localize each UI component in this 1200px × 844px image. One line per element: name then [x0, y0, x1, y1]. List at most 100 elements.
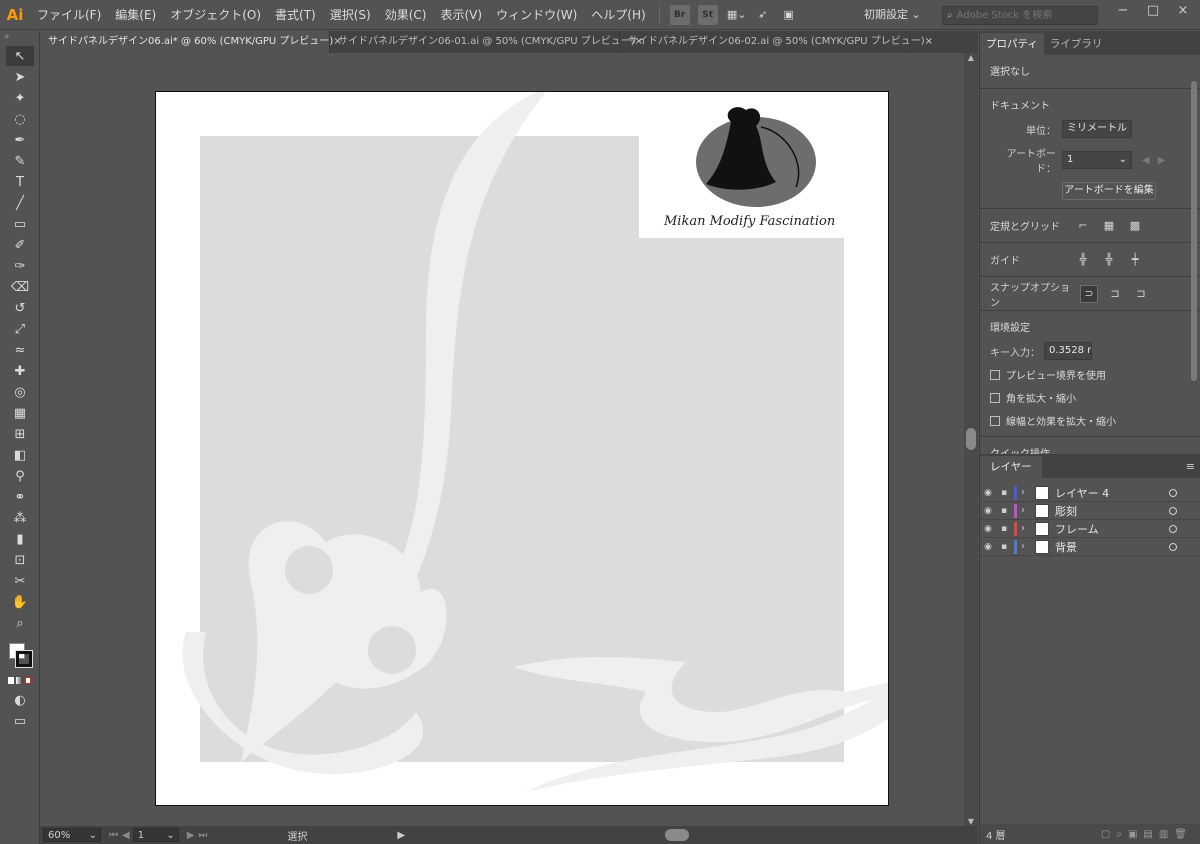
layer-actions-icons[interactable]: ▢⌕▣▤▥🗑 [1101, 829, 1200, 840]
pen-tool-icon[interactable]: ✒ [6, 130, 34, 150]
scale-corners-checkbox[interactable]: 角を拡大・縮小 [990, 390, 1190, 405]
edit-artboards-button[interactable]: アートボードを編集 [1062, 182, 1156, 200]
transparency-grid-icon[interactable]: ▩ [1126, 217, 1144, 235]
selection-tool-icon[interactable]: ↖ [6, 46, 34, 66]
snap-to-point-icon[interactable]: ⊃ [1080, 284, 1098, 303]
bridge-icon[interactable]: Br [669, 4, 690, 25]
menu-help[interactable]: ヘルプ(H) [584, 0, 652, 30]
next-artboard-icon[interactable]: ▶ [187, 830, 195, 841]
screen-mode-icon[interactable]: ▭ [6, 711, 34, 731]
close-button[interactable]: × [1168, 0, 1198, 22]
target-icon[interactable] [1169, 506, 1177, 515]
artboard[interactable]: Mikan Modify Fascination [155, 91, 889, 806]
fill-stroke-swatch[interactable] [5, 641, 35, 671]
horizontal-scroll-thumb[interactable] [665, 829, 690, 841]
target-icon[interactable] [1169, 542, 1177, 551]
scroll-up-icon[interactable]: ▲ [964, 53, 978, 65]
tab-layers[interactable]: レイヤー [980, 456, 1042, 478]
scroll-down-icon[interactable]: ▼ [964, 817, 978, 826]
scale-strokes-checkbox[interactable]: 線幅と効果を拡大・縮小 [990, 413, 1190, 428]
stroke-swatch[interactable] [15, 650, 33, 668]
slice-tool-icon[interactable]: ✂ [6, 571, 34, 591]
last-artboard-icon[interactable]: ⏭ [198, 830, 207, 841]
guides-icon[interactable]: ╬ [1074, 251, 1092, 269]
perspective-grid-tool-icon[interactable]: ▦ [6, 403, 34, 423]
blend-tool-icon[interactable]: ⚭ [6, 487, 34, 507]
magic-wand-tool-icon[interactable]: ✦ [6, 88, 34, 108]
eye-icon[interactable]: ◉ [980, 524, 996, 534]
column-graph-tool-icon[interactable]: ▮ [6, 529, 34, 549]
chevron-right-icon[interactable]: › [1021, 487, 1031, 498]
panel-scrollbar[interactable] [1191, 61, 1199, 451]
scale-tool-icon[interactable]: ⤢ [6, 319, 34, 339]
next-icon[interactable]: ▶ [1158, 155, 1166, 166]
tab-document-06-01[interactable]: サイドパネルデザイン06-01.ai @ 50% (CMYK/GPU プレビュー… [330, 31, 643, 53]
lock-icon[interactable]: ▪ [996, 542, 1012, 552]
shape-builder-tool-icon[interactable]: ◎ [6, 382, 34, 402]
zoom-level-field[interactable]: 60% ⌄ [43, 828, 101, 842]
chevron-right-icon[interactable]: › [1021, 523, 1031, 534]
target-icon[interactable] [1169, 488, 1177, 497]
menu-select[interactable]: 選択(S) [323, 0, 378, 30]
menu-window[interactable]: ウィンドウ(W) [489, 0, 584, 30]
key-increment-field[interactable]: 0.3528 m [1044, 342, 1092, 360]
paintbrush-tool-icon[interactable]: ✐ [6, 235, 34, 255]
smart-guides-icon[interactable]: ┿ [1126, 251, 1144, 269]
stock-search-input[interactable] [956, 10, 1093, 21]
mesh-tool-icon[interactable]: ⊞ [6, 424, 34, 444]
restore-button[interactable]: □ [1138, 0, 1168, 22]
lock-icon[interactable]: ▪ [996, 524, 1012, 534]
chevron-right-icon[interactable]: › [1021, 505, 1031, 516]
menu-effect[interactable]: 効果(C) [378, 0, 434, 30]
direct-selection-tool-icon[interactable]: ➤ [6, 67, 34, 87]
use-preview-bounds-checkbox[interactable]: プレビュー境界を使用 [990, 367, 1190, 382]
tab-properties[interactable]: プロパティ [980, 33, 1044, 55]
curvature-tool-icon[interactable]: ✎ [6, 151, 34, 171]
gradient-icon[interactable] [16, 677, 23, 684]
menu-object[interactable]: オブジェクト(O) [163, 0, 268, 30]
eye-icon[interactable]: ◉ [980, 542, 996, 552]
shaper-tool-icon[interactable]: ✑ [6, 256, 34, 276]
color-mode-icons[interactable] [8, 677, 31, 684]
unit-dropdown[interactable]: ミリメートル [1062, 120, 1132, 138]
arrange-documents-icon[interactable]: ▦⌄ [727, 6, 747, 24]
eraser-tool-icon[interactable]: ⌫ [6, 277, 34, 297]
hand-tool-icon[interactable]: ✋ [6, 592, 34, 612]
first-artboard-icon[interactable]: ⏮ [109, 830, 118, 841]
warp-tool-icon[interactable]: ≈ [6, 340, 34, 360]
checkbox-box[interactable] [990, 392, 1000, 403]
snap-to-glyph-icon[interactable]: ⊐ [1132, 285, 1150, 303]
menu-file[interactable]: ファイル(F) [30, 0, 108, 30]
layer-row[interactable]: ◉ ▪ › フレーム [980, 520, 1200, 538]
panel-grip-icon[interactable]: » [0, 31, 39, 45]
tab-document-06-02[interactable]: サイドパネルデザイン06-02.ai @ 50% (CMYK/GPU プレビュー… [620, 31, 933, 53]
menu-view[interactable]: 表示(V) [433, 0, 489, 30]
chevron-right-icon[interactable]: › [1021, 541, 1031, 552]
menu-edit[interactable]: 編集(E) [108, 0, 163, 30]
eye-icon[interactable]: ◉ [980, 506, 996, 516]
puppet-warp-tool-icon[interactable]: ✚ [6, 361, 34, 381]
snap-to-pixel-icon[interactable]: ⊐ [1106, 285, 1124, 303]
checkbox-box[interactable] [990, 369, 1000, 380]
rotate-tool-icon[interactable]: ↺ [6, 298, 34, 318]
stock-icon[interactable]: St [697, 4, 718, 25]
stock-search-field[interactable]: ⌕ [942, 6, 1098, 25]
minimize-button[interactable]: − [1108, 0, 1138, 22]
lock-icon[interactable]: ▪ [996, 488, 1012, 498]
ruler-icon[interactable]: ⌐ [1074, 217, 1092, 235]
checkbox-box[interactable] [990, 415, 1000, 426]
tab-document-06[interactable]: サイドパネルデザイン06.ai* @ 60% (CMYK/GPU プレビュー) … [40, 31, 342, 53]
panel-scroll-thumb[interactable] [1191, 81, 1197, 381]
target-icon[interactable] [1169, 524, 1177, 533]
draw-mode-icon[interactable]: ◐ [6, 690, 34, 710]
previous-icon[interactable]: ◀ [1142, 155, 1150, 166]
close-tab-icon[interactable]: × [925, 31, 933, 53]
canvas-area[interactable]: Mikan Modify Fascination [40, 53, 964, 826]
eye-icon[interactable]: ◉ [980, 488, 996, 498]
none-icon[interactable] [24, 677, 31, 684]
artboard-dropdown[interactable]: 1 ⌄ [1062, 151, 1132, 169]
zoom-tool-icon[interactable]: ⌕ [6, 613, 34, 633]
artboard-number-field[interactable]: 1 ⌄ [132, 828, 179, 842]
layer-row[interactable]: ◉ ▪ › 背景 [980, 538, 1200, 556]
tab-libraries[interactable]: ライブラリ [1044, 33, 1109, 55]
